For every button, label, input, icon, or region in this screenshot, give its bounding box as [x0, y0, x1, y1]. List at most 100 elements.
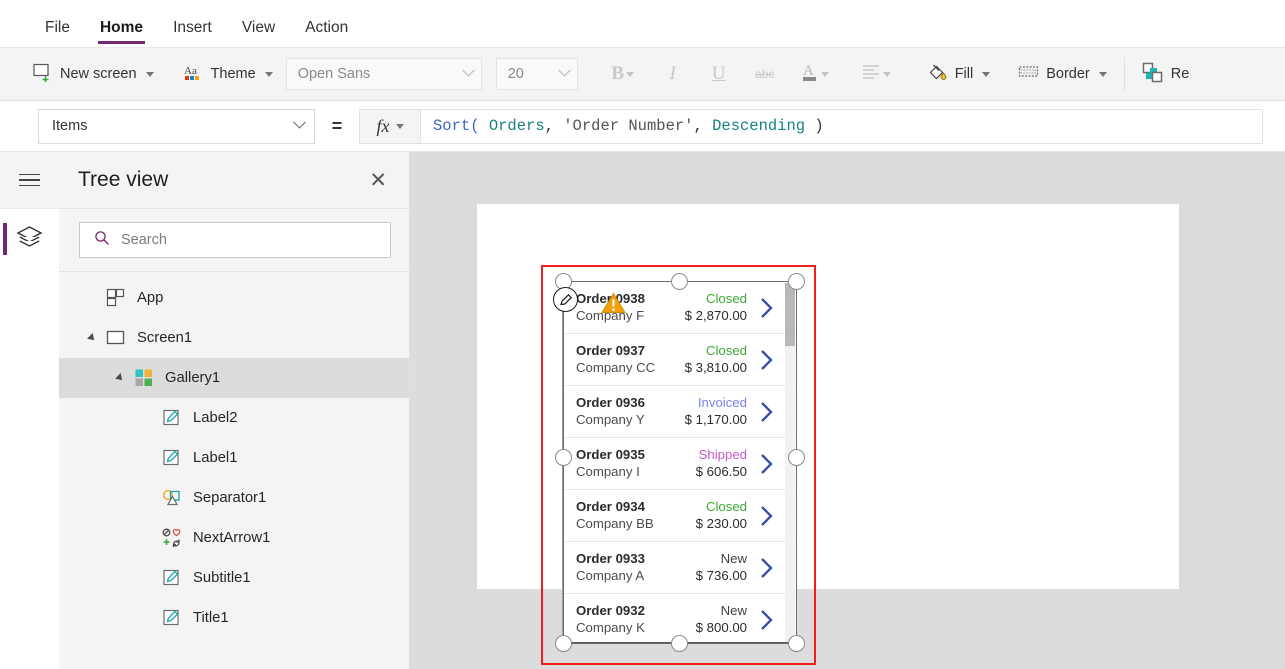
tab-home[interactable]: Home — [89, 19, 154, 47]
gallery-row-amount: $ 2,870.00 — [668, 307, 747, 324]
chevron-right-icon[interactable] — [754, 453, 778, 475]
gallery-row-status: Closed — [668, 499, 747, 515]
font-size-select[interactable]: 20 — [496, 58, 578, 90]
label-icon — [159, 568, 185, 588]
gallery-row[interactable]: Order 0935Company IShipped$ 606.50 — [563, 438, 796, 490]
new-screen-button[interactable]: New screen — [24, 56, 163, 92]
canvas-area[interactable]: Order 0938Company FClosed$ 2,870.00Order… — [410, 152, 1285, 669]
tree-node-title1[interactable]: Title1 — [59, 598, 409, 638]
chevron-down-icon — [396, 124, 404, 129]
close-icon[interactable]: ✕ — [363, 166, 393, 195]
underline-button[interactable]: U — [696, 56, 742, 92]
resize-handle-top-right[interactable] — [788, 273, 805, 290]
label-icon — [159, 608, 185, 628]
tree-node-gallery1[interactable]: Gallery1 — [59, 358, 409, 398]
fill-label: Fill — [955, 66, 974, 82]
warning-icon[interactable] — [601, 292, 626, 319]
tree-node-subtitle1[interactable]: Subtitle1 — [59, 558, 409, 598]
gallery-row-title: Order 0932 — [576, 603, 668, 619]
chevron-right-icon[interactable] — [754, 505, 778, 527]
resize-handle-bottom-right[interactable] — [788, 635, 805, 652]
resize-handle-bottom-left[interactable] — [555, 635, 572, 652]
gallery-row[interactable]: Order 0934Company BBClosed$ 230.00 — [563, 490, 796, 542]
gallery-row-status: New — [668, 603, 747, 619]
tab-file[interactable]: File — [34, 19, 81, 47]
tree-node-label1[interactable]: Label1 — [59, 438, 409, 478]
gallery-row-right: New$ 800.00 — [668, 603, 754, 636]
tab-action[interactable]: Action — [294, 19, 359, 47]
resize-handle-top-center[interactable] — [671, 273, 688, 290]
gallery-row[interactable]: Order 0933Company ANew$ 736.00 — [563, 542, 796, 594]
bold-button[interactable]: B — [596, 56, 650, 92]
expander-toggle[interactable] — [81, 334, 103, 342]
tab-view[interactable]: View — [231, 19, 286, 47]
tree-node-label: App — [137, 290, 163, 306]
gallery-control[interactable]: Order 0938Company FClosed$ 2,870.00Order… — [562, 281, 797, 643]
tree-node-label: Gallery1 — [165, 370, 220, 386]
resize-handle-bottom-center[interactable] — [671, 635, 688, 652]
chevron-down-icon[interactable] — [265, 72, 273, 77]
tree-node-app[interactable]: App — [59, 278, 409, 318]
property-select[interactable]: Items — [38, 109, 315, 144]
gallery-row-amount: $ 606.50 — [668, 463, 747, 480]
font-family-value: Open Sans — [298, 66, 464, 82]
gallery-row-right: Closed$ 2,870.00 — [668, 291, 754, 324]
hamburger-menu-button[interactable] — [0, 152, 59, 209]
tree-node-separator1[interactable]: Separator1 — [59, 478, 409, 518]
gallery-row[interactable]: Order 0936Company YInvoiced$ 1,170.00 — [563, 386, 796, 438]
search-container — [59, 209, 409, 272]
chevron-right-icon[interactable] — [754, 349, 778, 371]
font-color-button[interactable]: A — [788, 56, 842, 92]
strikethrough-button[interactable]: abc — [742, 56, 788, 92]
nextarrow-icon — [159, 528, 185, 548]
gallery-row-title: Order 0936 — [576, 395, 668, 411]
resize-handle-middle-left[interactable] — [555, 449, 572, 466]
font-size-value: 20 — [508, 66, 560, 82]
fill-icon — [927, 62, 948, 87]
tree-node-label2[interactable]: Label2 — [59, 398, 409, 438]
chevron-right-icon[interactable] — [754, 297, 778, 319]
tab-insert[interactable]: Insert — [162, 19, 223, 47]
chevron-down-icon — [626, 72, 634, 77]
italic-button[interactable]: I — [650, 56, 696, 92]
formula-text: Sort( Orders, 'Order Number', Descending… — [433, 117, 824, 135]
bold-icon: B — [611, 63, 624, 85]
italic-icon: I — [670, 63, 676, 85]
tree-view-title: Tree view — [78, 168, 363, 192]
gallery-row-title: Order 0933 — [576, 551, 668, 567]
fill-button[interactable]: Fill — [918, 56, 1000, 92]
separator-icon — [159, 488, 185, 508]
search-box[interactable] — [79, 222, 391, 258]
font-family-select[interactable]: Open Sans — [286, 58, 482, 90]
gallery-row-left: Order 0933Company A — [576, 551, 668, 584]
gallery-row-right: Closed$ 3,810.00 — [668, 343, 754, 376]
resize-handle-middle-right[interactable] — [788, 449, 805, 466]
gallery-row[interactable]: Order 0937Company CCClosed$ 3,810.00 — [563, 334, 796, 386]
tree-node-nextarrow1[interactable]: NextArrow1 — [59, 518, 409, 558]
app-screen[interactable]: Order 0938Company FClosed$ 2,870.00Order… — [477, 204, 1179, 589]
search-input[interactable] — [121, 232, 380, 248]
chevron-right-icon[interactable] — [754, 401, 778, 423]
reorder-button[interactable]: Re — [1133, 56, 1199, 92]
chevron-down-icon[interactable] — [982, 72, 990, 77]
expander-toggle[interactable] — [109, 374, 131, 382]
font-color-icon: A — [801, 61, 819, 88]
chevron-down-icon — [883, 72, 891, 77]
chevron-right-icon[interactable] — [754, 609, 778, 631]
align-button[interactable] — [850, 56, 904, 92]
chevron-right-icon[interactable] — [754, 557, 778, 579]
chevron-down-icon[interactable] — [1099, 72, 1107, 77]
tree-node-screen1[interactable]: Screen1 — [59, 318, 409, 358]
tree-view-panel: Tree view ✕ App Screen1 Gallery1 Label2Labe… — [59, 152, 410, 669]
svg-text:Aa: Aa — [184, 65, 197, 77]
chevron-down-icon[interactable] — [146, 72, 154, 77]
border-button[interactable]: Border — [1009, 56, 1116, 92]
formula-input[interactable]: Sort( Orders, 'Order Number', Descending… — [421, 109, 1263, 144]
edit-gallery-badge[interactable] — [553, 287, 578, 312]
rail-item-tree-view[interactable] — [0, 209, 59, 269]
gallery-scrollbar-thumb[interactable] — [785, 283, 795, 346]
tree-node-label: Screen1 — [137, 330, 192, 346]
gallery-row-right: Invoiced$ 1,170.00 — [668, 395, 754, 428]
theme-button[interactable]: Aa Theme — [175, 56, 282, 92]
fx-button[interactable]: fx — [359, 109, 421, 144]
